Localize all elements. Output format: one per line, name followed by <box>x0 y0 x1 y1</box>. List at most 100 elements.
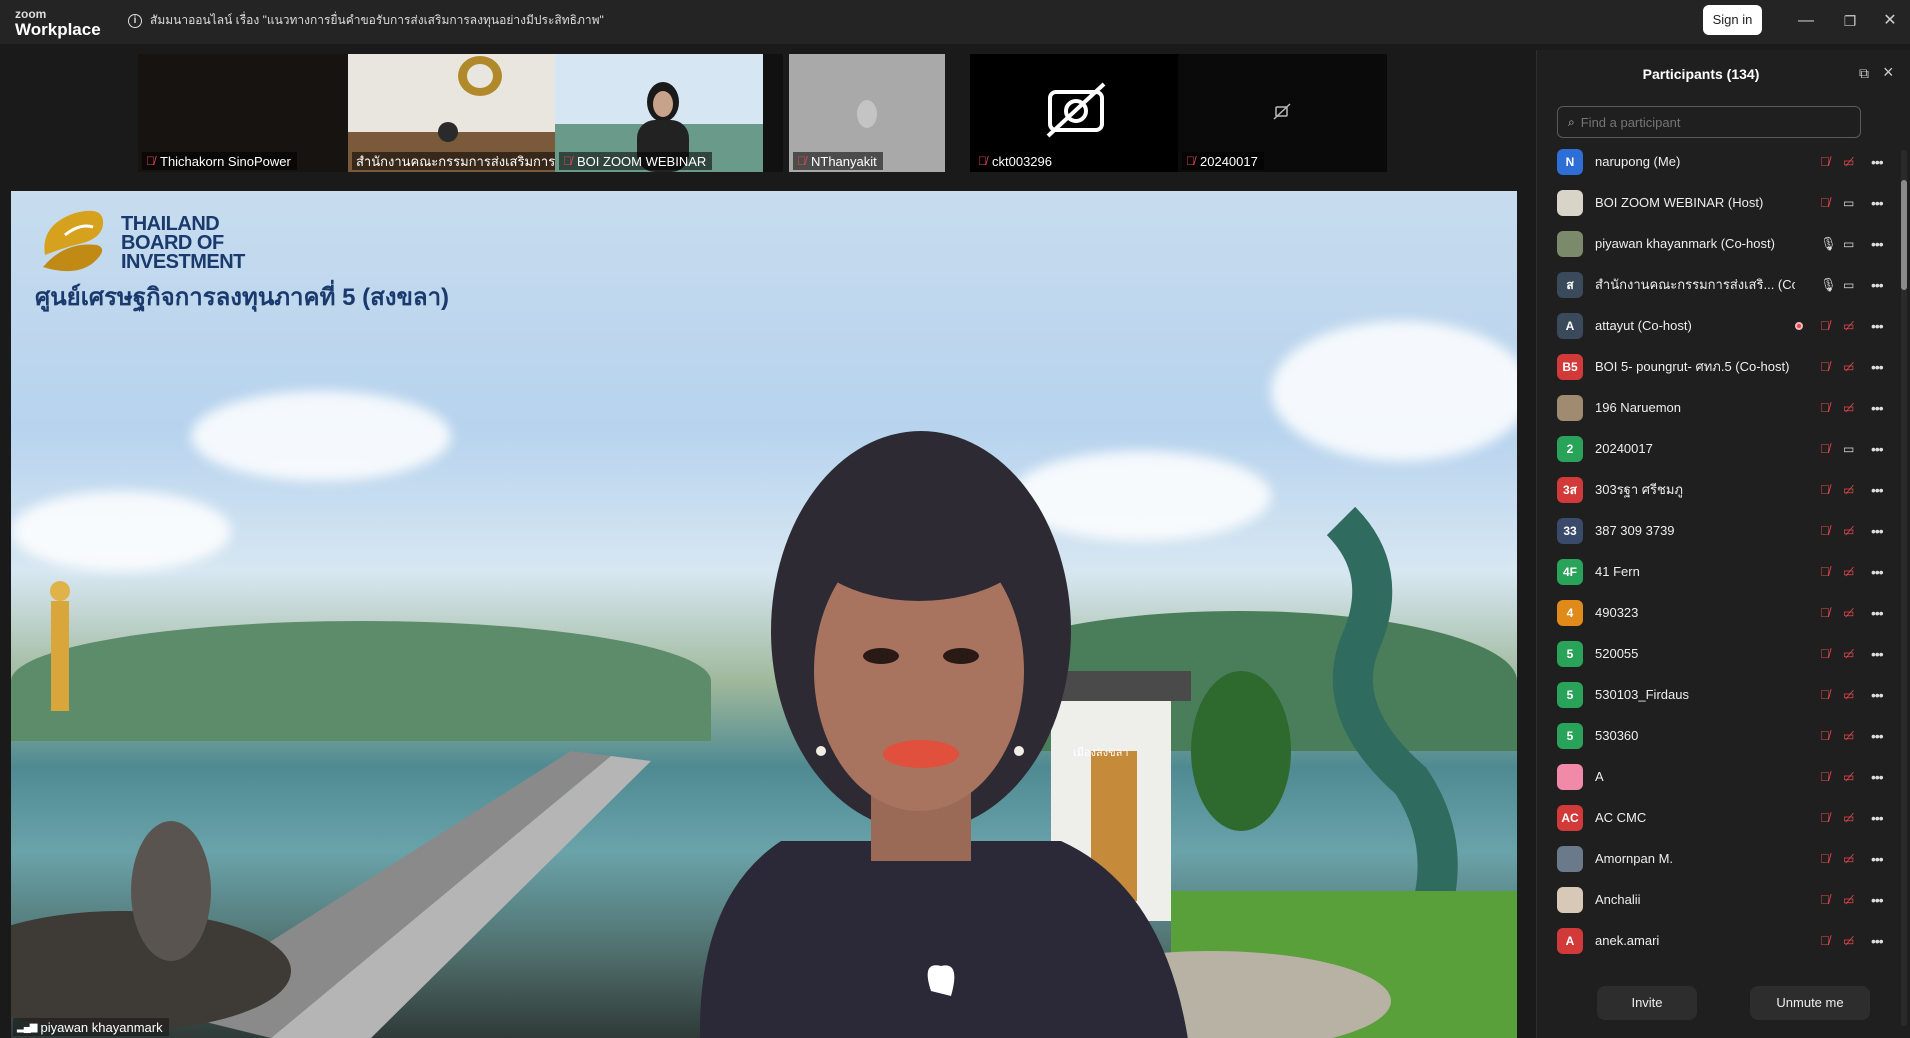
mic-muted-icon[interactable]: 🎙̸ <box>1820 400 1830 415</box>
more-options-icon[interactable]: ••• <box>1871 154 1884 170</box>
more-options-icon[interactable]: ••• <box>1871 769 1884 785</box>
more-options-icon[interactable]: ••• <box>1871 687 1884 703</box>
mic-on-icon[interactable]: 🎙 <box>1820 236 1837 252</box>
video-off-icon[interactable]: ▭̸ <box>1843 934 1854 948</box>
popout-icon[interactable]: ⧉ <box>1859 65 1869 82</box>
participant-row[interactable]: A 🎙̸ ▭̸ ••• <box>1537 756 1897 797</box>
video-off-icon[interactable]: ▭̸ <box>1843 524 1854 538</box>
more-options-icon[interactable]: ••• <box>1871 441 1884 457</box>
video-off-icon[interactable]: ▭̸ <box>1843 811 1854 825</box>
video-off-icon[interactable]: ▭̸ <box>1843 401 1854 415</box>
video-off-icon[interactable]: ▭̸ <box>1843 155 1854 169</box>
meeting-title[interactable]: i สัมมนาออนไลน์ เรื่อง "แนวทางการยื่นคำข… <box>128 11 604 30</box>
more-options-icon[interactable]: ••• <box>1871 933 1884 949</box>
participant-row[interactable]: 4F 41 Fern 🎙̸ ▭̸ ••• <box>1537 551 1897 592</box>
mic-muted-icon[interactable]: 🎙̸ <box>1820 441 1830 456</box>
participant-row[interactable]: AC AC CMC 🎙̸ ▭̸ ••• <box>1537 797 1897 838</box>
more-options-icon[interactable]: ••• <box>1871 851 1884 867</box>
more-options-icon[interactable]: ••• <box>1871 359 1884 375</box>
more-options-icon[interactable]: ••• <box>1871 482 1884 498</box>
participant-row[interactable]: 5 530360 🎙̸ ▭̸ ••• <box>1537 715 1897 756</box>
participant-row[interactable]: Anchalii 🎙̸ ▭̸ ••• <box>1537 879 1897 920</box>
more-options-icon[interactable]: ••• <box>1871 195 1884 211</box>
more-options-icon[interactable]: ••• <box>1871 400 1884 416</box>
participant-row[interactable]: 4 490323 🎙̸ ▭̸ ••• <box>1537 592 1897 633</box>
close-panel-icon[interactable]: × <box>1883 62 1894 83</box>
sign-in-button[interactable]: Sign in <box>1703 5 1762 35</box>
participant-row[interactable]: piyawan khayanmark (Co-host) 🎙 ▭ ••• <box>1537 223 1897 264</box>
mic-muted-icon[interactable]: 🎙̸ <box>1820 687 1830 702</box>
active-speaker-video[interactable]: THAILAND BOARD OF INVESTMENT ศูนย์เศรษฐก… <box>11 191 1517 1038</box>
participant-row[interactable]: 33 387 309 3739 🎙̸ ▭̸ ••• <box>1537 510 1897 551</box>
more-options-icon[interactable]: ••• <box>1871 318 1884 334</box>
video-off-icon[interactable]: ▭̸ <box>1843 606 1854 620</box>
video-tile-nthanyakit[interactable]: 🎙̸ NThanyakit <box>789 54 945 172</box>
video-off-icon[interactable]: ▭̸ <box>1843 647 1854 661</box>
video-tile-thichakorn[interactable]: 🎙̸ Thichakorn SinoPower <box>138 54 348 172</box>
invite-button[interactable]: Invite <box>1597 986 1697 1020</box>
video-on-icon[interactable]: ▭ <box>1843 442 1854 456</box>
video-off-icon[interactable]: ▭̸ <box>1843 688 1854 702</box>
participant-row[interactable]: ส สำนักงานคณะกรรมการส่งเสริ... (Co-host) 🎙… <box>1537 264 1897 305</box>
mic-muted-icon[interactable]: 🎙̸ <box>1820 851 1830 866</box>
video-off-icon[interactable]: ▭̸ <box>1843 893 1854 907</box>
participant-search[interactable]: ⌕ <box>1557 106 1861 138</box>
participant-row[interactable]: 3ส 303รฐา ศรีชมภู 🎙̸ ▭̸ ••• <box>1537 469 1897 510</box>
participant-row[interactable]: BOI ZOOM WEBINAR (Host) 🎙̸ ▭ ••• <box>1537 182 1897 223</box>
participant-search-input[interactable] <box>1580 114 1841 130</box>
video-tile-20240017[interactable]: 🎙̸ 20240017 <box>1178 54 1387 172</box>
participant-row[interactable]: 196 Naruemon 🎙̸ ▭̸ ••• <box>1537 387 1897 428</box>
video-tile-ckt003296[interactable]: 🎙̸ ckt003296 <box>970 54 1178 172</box>
mic-muted-icon[interactable]: 🎙̸ <box>1820 810 1830 825</box>
more-options-icon[interactable]: ••• <box>1871 810 1884 826</box>
participant-row[interactable]: 5 520055 🎙̸ ▭̸ ••• <box>1537 633 1897 674</box>
more-options-icon[interactable]: ••• <box>1871 277 1884 293</box>
video-off-icon[interactable]: ▭̸ <box>1843 360 1854 374</box>
participant-row[interactable]: Nnarupong (Me) 🎙̸ ▭̸ ••• <box>1537 141 1897 182</box>
mic-muted-icon[interactable]: 🎙̸ <box>1820 318 1830 333</box>
mic-muted-icon[interactable]: 🎙̸ <box>1820 605 1830 620</box>
unmute-me-button[interactable]: Unmute me <box>1750 986 1870 1020</box>
video-off-icon[interactable]: ▭̸ <box>1843 729 1854 743</box>
video-off-icon[interactable]: ▭̸ <box>1843 852 1854 866</box>
minimize-button[interactable]: — <box>1786 6 1826 36</box>
participant-list[interactable]: Nnarupong (Me) 🎙̸ ▭̸ ••• BOI ZOOM WEBINAR (H… <box>1537 141 1897 959</box>
participant-row[interactable]: Amornpan M. 🎙̸ ▭̸ ••• <box>1537 838 1897 879</box>
mic-muted-icon[interactable]: 🎙̸ <box>1820 195 1830 210</box>
more-options-icon[interactable]: ••• <box>1871 646 1884 662</box>
mic-muted-icon[interactable]: 🎙̸ <box>1820 564 1830 579</box>
video-on-icon[interactable]: ▭ <box>1843 278 1854 292</box>
video-tile-boi-office[interactable]: สำนักงานคณะกรรมการส่งเสริมการลงทุน <box>348 54 555 172</box>
mic-muted-icon[interactable]: 🎙̸ <box>1820 728 1830 743</box>
mic-muted-icon[interactable]: 🎙̸ <box>1820 359 1830 374</box>
more-options-icon[interactable]: ••• <box>1871 728 1884 744</box>
more-options-icon[interactable]: ••• <box>1871 564 1884 580</box>
more-options-icon[interactable]: ••• <box>1871 892 1884 908</box>
video-off-icon[interactable]: ▭̸ <box>1843 483 1854 497</box>
video-on-icon[interactable]: ▭ <box>1843 237 1854 251</box>
video-on-icon[interactable]: ▭ <box>1843 196 1854 210</box>
mic-muted-icon[interactable]: 🎙̸ <box>1820 892 1830 907</box>
participant-row[interactable]: 5 530103_Firdaus 🎙̸ ▭̸ ••• <box>1537 674 1897 715</box>
participant-row[interactable]: Aattayut (Co-host) 🎙̸ ▭̸ ••• <box>1537 305 1897 346</box>
video-tile-boi-zoom-webinar[interactable]: 🎙̸ BOI ZOOM WEBINAR <box>555 54 763 172</box>
mic-muted-icon[interactable]: 🎙̸ <box>1820 523 1830 538</box>
more-options-icon[interactable]: ••• <box>1871 523 1884 539</box>
info-icon[interactable]: i <box>128 13 142 28</box>
window-close-button[interactable]: ✕ <box>1870 6 1910 36</box>
participant-scrollbar-thumb[interactable] <box>1901 180 1907 290</box>
mic-on-icon[interactable]: 🎙 <box>1820 277 1837 293</box>
participant-row[interactable]: Aanek.amari 🎙̸ ▭̸ ••• <box>1537 920 1897 959</box>
mic-muted-icon[interactable]: 🎙̸ <box>1820 769 1830 784</box>
participant-row[interactable]: B5 BOI 5- poungrut- ศทภ.5 (Co-host) 🎙̸ ▭̸ ••… <box>1537 346 1897 387</box>
more-options-icon[interactable]: ••• <box>1871 605 1884 621</box>
restore-button[interactable]: ❐ <box>1830 6 1870 36</box>
video-off-icon[interactable]: ▭̸ <box>1843 319 1854 333</box>
mic-muted-icon[interactable]: 🎙̸ <box>1820 933 1830 948</box>
participant-row[interactable]: 2 20240017 🎙̸ ▭ ••• <box>1537 428 1897 469</box>
mic-muted-icon[interactable]: 🎙̸ <box>1820 482 1830 497</box>
mic-muted-icon[interactable]: 🎙̸ <box>1820 154 1830 169</box>
more-options-icon[interactable]: ••• <box>1871 236 1884 252</box>
mic-muted-icon[interactable]: 🎙̸ <box>1820 646 1830 661</box>
video-off-icon[interactable]: ▭̸ <box>1843 565 1854 579</box>
